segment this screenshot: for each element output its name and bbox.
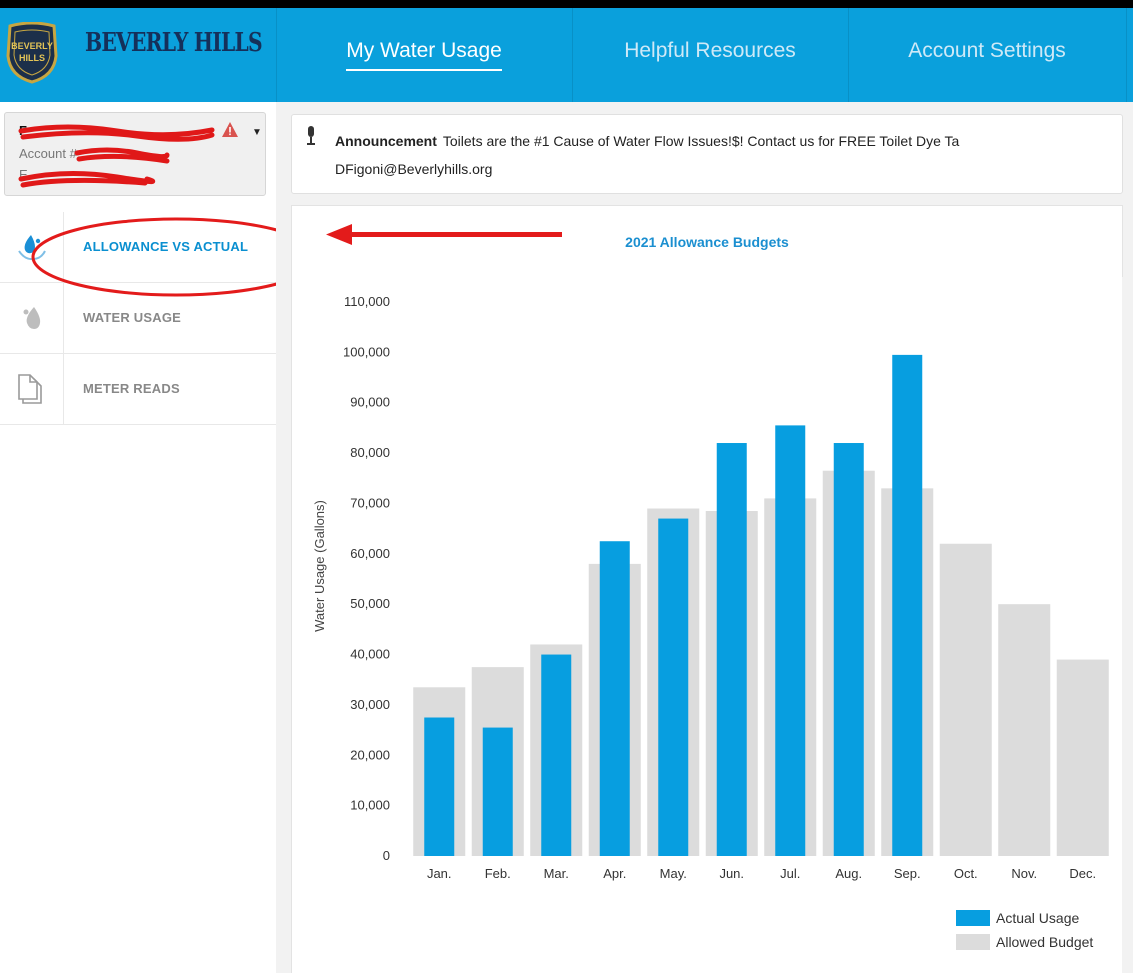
announcement-text: Toilets are the #1 Cause of Water Flow I…: [442, 133, 960, 149]
window-top-strip: [0, 0, 1133, 8]
x-tick-label: Nov.: [1011, 866, 1037, 881]
y-tick-label: 0: [383, 848, 390, 863]
main-content: Announcement Toilets are the #1 Cause of …: [276, 102, 1133, 973]
sidebar-item-label: METER READS: [83, 381, 180, 396]
x-tick-label: May.: [660, 866, 687, 881]
crest-text-bottom: HILLS: [19, 53, 45, 63]
actual-usage-bar[interactable]: [599, 541, 630, 856]
actual-usage-bar[interactable]: [892, 354, 923, 856]
account-selector[interactable]: F Account #: E ▼: [4, 112, 266, 196]
brand-name: BEVERLY HILLS: [85, 28, 263, 58]
city-crest-icon: BEVERLY HILLS: [6, 22, 58, 84]
y-tick-label: 100,000: [343, 344, 390, 359]
x-axis-ticks: Jan. Feb. Mar. Apr. May. Jun. Jul. Aug. Sep. Oct.…: [427, 866, 1096, 881]
x-tick-label: Aug.: [835, 866, 862, 881]
x-tick-label: Jul.: [780, 866, 800, 881]
actual-usage-bar[interactable]: [775, 425, 806, 856]
document-icon: [17, 374, 42, 404]
legend-label[interactable]: Actual Usage: [996, 910, 1079, 926]
actual-usage-bar[interactable]: [541, 654, 572, 856]
legend-swatch: [956, 934, 990, 950]
announcement-title: Announcement: [335, 133, 437, 149]
y-tick-label: 110,000: [344, 294, 390, 309]
chevron-down-icon: ▼: [252, 127, 262, 138]
actual-usage-bar[interactable]: [716, 443, 747, 856]
actual-usage-bar[interactable]: [658, 518, 689, 856]
logo-area[interactable]: BEVERLY HILLS BEVERLY HILLS: [0, 8, 277, 102]
x-tick-label: Jun.: [719, 866, 744, 881]
x-tick-label: Mar.: [544, 866, 569, 881]
redaction-scribble: [18, 124, 215, 188]
microphone-icon: [307, 126, 315, 145]
y-tick-label: 10,000: [350, 798, 390, 813]
x-tick-label: Apr.: [603, 866, 626, 881]
x-tick-label: Feb.: [485, 866, 511, 881]
y-tick-label: 30,000: [350, 697, 390, 712]
nav-my-water-usage[interactable]: My Water Usage: [276, 8, 573, 102]
bars-group: [413, 354, 1109, 857]
nav-label: My Water Usage: [346, 39, 502, 71]
nav-label: Helpful Resources: [624, 39, 796, 62]
actual-usage-bar[interactable]: [424, 717, 455, 857]
y-axis-label: Water Usage (Gallons): [312, 500, 327, 632]
y-tick-label: 60,000: [350, 546, 390, 561]
allowed-budget-bar[interactable]: [939, 543, 992, 856]
icon-cell: [0, 354, 64, 424]
sidebar-item-meter-reads[interactable]: METER READS: [0, 354, 276, 425]
actual-usage-bar[interactable]: [833, 443, 864, 856]
nav-label: Account Settings: [908, 39, 1066, 62]
crest-text-top: BEVERLY: [11, 41, 53, 51]
y-tick-label: 40,000: [350, 647, 390, 662]
announcement-email[interactable]: DFigoni@Beverlyhills.org: [335, 161, 492, 177]
sidebar-item-label: WATER USAGE: [83, 310, 182, 325]
y-axis-ticks: 0 10,000 20,000 30,000 40,000 50,000 60,000 70,…: [343, 294, 390, 863]
y-tick-label: 80,000: [350, 445, 390, 460]
allowance-bar-chart: Water Usage (Gallons) 0 10,000 20,000 30,00…: [312, 294, 1109, 950]
y-tick-label: 50,000: [350, 596, 390, 611]
water-drops-icon: [23, 307, 40, 329]
x-tick-label: Jan.: [427, 866, 452, 881]
actual-usage-bar[interactable]: [482, 727, 513, 856]
allowed-budget-bar[interactable]: [1056, 659, 1109, 856]
nav-account-settings[interactable]: Account Settings: [848, 8, 1127, 102]
chart-legend: Actual Usage Allowed Budget: [956, 910, 1093, 950]
x-tick-label: Oct.: [954, 866, 978, 881]
y-tick-label: 20,000: [350, 747, 390, 762]
x-tick-label: Dec.: [1069, 866, 1096, 881]
chart-panel: Water Usage (Gallons) 0 10,000 20,000 30,00…: [291, 276, 1122, 973]
legend-swatch: [956, 910, 990, 926]
annotation-arrow: [326, 224, 562, 245]
warning-icon: [222, 122, 238, 137]
announcement-banner: Announcement Toilets are the #1 Cause of …: [291, 114, 1123, 194]
legend-label[interactable]: Allowed Budget: [996, 934, 1093, 950]
top-navigation-bar: BEVERLY HILLS BEVERLY HILLS My Water Usa…: [0, 8, 1133, 102]
nav-helpful-resources[interactable]: Helpful Resources: [572, 8, 849, 102]
x-tick-label: Sep.: [894, 866, 921, 881]
sidebar: F Account #: E ▼ ALLOWANCE VS ACTUAL WAT…: [0, 102, 321, 973]
y-tick-label: 90,000: [350, 395, 390, 410]
allowed-budget-bar[interactable]: [998, 604, 1051, 856]
announcement-line: Announcement Toilets are the #1 Cause of …: [335, 133, 959, 149]
y-tick-label: 70,000: [350, 495, 390, 510]
